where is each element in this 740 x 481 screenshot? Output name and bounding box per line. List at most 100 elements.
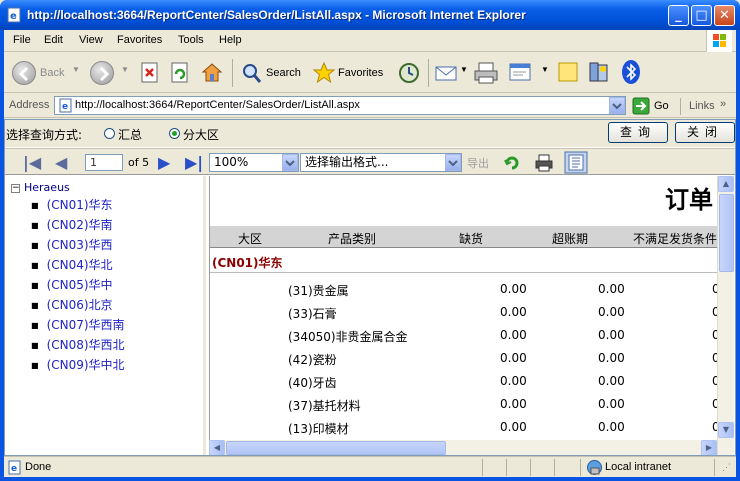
minimize-button[interactable]: _ xyxy=(668,5,689,26)
forward-dropdown-icon[interactable]: ▼ xyxy=(121,65,129,74)
print-report-icon[interactable] xyxy=(534,153,554,173)
favorites-star-icon[interactable] xyxy=(312,61,336,85)
tree-item-cn06[interactable]: (CN06)北京 xyxy=(31,296,113,313)
radio-region-label[interactable]: 分大区 xyxy=(183,126,219,143)
export-format-select[interactable]: 选择输出格式... xyxy=(300,153,462,172)
page-done-icon: e xyxy=(8,460,21,475)
column-shortage: 缺货 xyxy=(459,232,484,246)
zoom-value: 100% xyxy=(214,155,249,169)
cell-shortage: 0.00 xyxy=(500,282,527,296)
radio-summary[interactable] xyxy=(104,128,115,139)
export-format-dropdown-icon[interactable] xyxy=(445,154,461,171)
menu-favorites[interactable]: Favorites xyxy=(117,34,162,46)
search-icon[interactable] xyxy=(240,62,264,86)
links-chevron-icon[interactable]: » xyxy=(720,98,726,110)
toolbar-separator xyxy=(428,59,429,87)
address-label: Address xyxy=(9,99,50,111)
scroll-down-icon[interactable]: ▼ xyxy=(718,422,734,438)
horizontal-scrollbar[interactable]: ◀ ▶ xyxy=(209,440,717,455)
document-map-icon[interactable] xyxy=(564,151,588,174)
current-page-input[interactable]: 1 xyxy=(85,154,123,171)
favorites-label[interactable]: Favorites xyxy=(338,67,383,79)
menu-edit[interactable]: Edit xyxy=(44,34,63,46)
close-window-button[interactable]: ✕ xyxy=(714,5,735,26)
stop-icon[interactable] xyxy=(140,62,160,84)
links-label[interactable]: Links xyxy=(689,100,715,112)
scroll-left-icon[interactable]: ◀ xyxy=(209,440,225,455)
window-title: http://localhost:3664/ReportCenter/Sales… xyxy=(27,8,526,22)
refresh-icon[interactable] xyxy=(170,62,190,84)
status-divider xyxy=(580,459,581,476)
zoom-dropdown-icon[interactable] xyxy=(282,154,298,171)
tree-collapse-icon[interactable]: − xyxy=(11,183,20,193)
resize-grip-icon[interactable]: ⋰ xyxy=(722,462,731,473)
security-zone-label: Local intranet xyxy=(605,461,672,473)
history-icon[interactable] xyxy=(397,61,421,85)
export-link[interactable]: 导出 xyxy=(467,155,489,171)
last-page-icon[interactable]: ▶| xyxy=(185,153,203,172)
go-arrow-icon[interactable] xyxy=(632,97,650,115)
scroll-right-icon[interactable]: ▶ xyxy=(701,440,717,455)
go-button-label[interactable]: Go xyxy=(654,100,669,112)
tree-item-cn08[interactable]: (CN08)华西北 xyxy=(31,336,125,353)
tree-item-cn03[interactable]: (CN03)华西 xyxy=(31,236,113,253)
search-label[interactable]: Search xyxy=(266,67,301,79)
forward-arrow-icon[interactable] xyxy=(90,61,114,85)
next-page-icon[interactable]: ▶ xyxy=(158,153,170,172)
menu-file[interactable]: File xyxy=(13,34,31,46)
export-format-value: 选择输出格式... xyxy=(305,155,389,169)
query-button[interactable]: 查询 xyxy=(608,122,668,143)
address-bar: Address e http://localhost:3664/ReportCe… xyxy=(4,94,736,118)
standard-toolbar: Back ▼ ▼ Search Favorites ▼ ▼ xyxy=(4,53,736,93)
tree-item-cn05[interactable]: (CN05)华中 xyxy=(31,276,113,293)
menu-view[interactable]: View xyxy=(79,34,103,46)
tree-item-cn04[interactable]: (CN04)华北 xyxy=(31,256,113,273)
page-total: of 5 xyxy=(128,156,150,169)
discuss-icon[interactable] xyxy=(557,61,579,83)
title-bar[interactable]: e http://localhost:3664/ReportCenter/Sal… xyxy=(0,0,740,30)
tree-item-cn01[interactable]: (CN01)华东 xyxy=(31,196,113,213)
maximize-button[interactable]: □ xyxy=(691,5,712,26)
bluetooth-icon[interactable] xyxy=(621,59,641,85)
cell-category: (37)基托材料 xyxy=(288,399,361,413)
vertical-scroll-thumb[interactable] xyxy=(719,194,734,272)
tree-root[interactable]: − Heraeus xyxy=(11,181,70,194)
back-dropdown-icon[interactable]: ▼ xyxy=(72,65,80,74)
address-dropdown-button[interactable] xyxy=(609,97,625,114)
vertical-scrollbar[interactable]: ▲ ▼ xyxy=(717,176,734,455)
mail-dropdown-icon[interactable]: ▼ xyxy=(460,65,468,74)
report-viewer-toolbar: |◀ ◀ 1 of 5 ▶ ▶| 100% 选择输出格式... 导出 xyxy=(5,148,735,175)
menu-tools[interactable]: Tools xyxy=(178,34,204,46)
status-divider xyxy=(482,459,483,476)
row-divider xyxy=(210,272,717,273)
refresh-report-icon[interactable] xyxy=(502,153,522,173)
radio-summary-label[interactable]: 汇总 xyxy=(118,126,142,143)
cell-overdue: 0.00 xyxy=(598,374,625,388)
print-icon[interactable] xyxy=(473,60,499,86)
close-button[interactable]: 关闭 xyxy=(675,122,735,143)
home-icon[interactable] xyxy=(200,60,224,84)
scroll-up-icon[interactable]: ▲ xyxy=(718,176,734,192)
tree-item-cn02[interactable]: (CN02)华南 xyxy=(31,216,113,233)
tree-root-label[interactable]: Heraeus xyxy=(24,181,70,194)
edit-icon[interactable] xyxy=(508,61,532,83)
first-page-icon[interactable]: |◀ xyxy=(23,153,41,172)
tree-item-cn09[interactable]: (CN09)华中北 xyxy=(31,356,125,373)
radio-region[interactable] xyxy=(169,128,180,139)
cell-overdue: 0.00 xyxy=(598,351,625,365)
research-icon[interactable] xyxy=(587,60,611,84)
zoom-select[interactable]: 100% xyxy=(209,153,299,172)
horizontal-scroll-thumb[interactable] xyxy=(226,441,446,455)
address-input[interactable]: e http://localhost:3664/ReportCenter/Sal… xyxy=(54,96,626,115)
cell-shortage: 0.00 xyxy=(500,328,527,342)
previous-page-icon[interactable]: ◀ xyxy=(55,153,67,172)
menu-help[interactable]: Help xyxy=(219,34,242,46)
cell-category: (13)印模材 xyxy=(288,422,349,436)
tree-item-cn07[interactable]: (CN07)华西南 xyxy=(31,316,125,333)
back-label[interactable]: Back xyxy=(40,67,64,79)
cell-category: (33)石膏 xyxy=(288,307,337,321)
cell-overdue: 0.00 xyxy=(598,397,625,411)
back-arrow-icon[interactable] xyxy=(12,61,36,85)
mail-icon[interactable] xyxy=(434,63,458,83)
edit-dropdown-icon[interactable]: ▼ xyxy=(541,65,549,74)
